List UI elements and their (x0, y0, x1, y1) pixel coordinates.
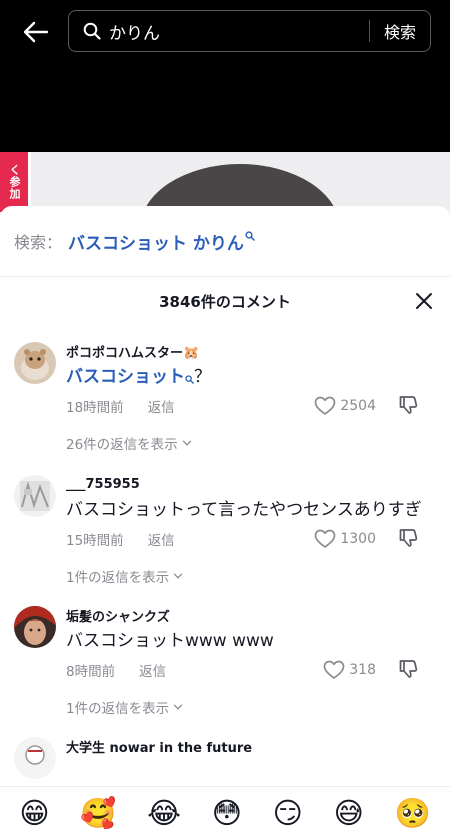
comment-username[interactable]: 垢髪のシャンクズ (66, 606, 434, 625)
comment-search-link[interactable]: バスコショット (66, 367, 185, 387)
view-replies-label: 1件の返信を表示 (66, 570, 170, 586)
comment-text: バスコショットwww www (66, 631, 274, 651)
comment-text: バスコショット ？ (66, 364, 434, 391)
comment-meta: 18時間前 返信 2504 (66, 393, 434, 419)
comments-sheet: 検索： バスコショット かりん 3846件のコメント ポコポコハムスター🐹 バス… (0, 206, 450, 840)
reply-button[interactable]: 返信 (148, 529, 175, 549)
search-box[interactable]: かりん 検索 (68, 10, 431, 52)
back-button[interactable] (20, 16, 52, 48)
comment-item: ポコポコハムスター🐹 バスコショット ？ 18時間前 返信 2504 26件の返信… (0, 342, 450, 453)
chevron-down-icon (173, 571, 183, 581)
comment-username[interactable]: ポコポコハムスター🐹 (66, 342, 434, 361)
search-submit-button[interactable]: 検索 (384, 19, 416, 43)
emoji-grin[interactable]: 😁 (19, 799, 49, 828)
comment-text-suffix: ？ (194, 367, 211, 387)
emoji-flushed[interactable]: 😳 (212, 799, 242, 828)
comment-meta: 8時間前 返信 318 (66, 657, 434, 683)
video-banner: く参加 (0, 152, 28, 212)
top-search-bar: かりん 検索 (0, 0, 450, 152)
avatar[interactable] (14, 342, 56, 384)
avatar[interactable] (14, 737, 56, 779)
comment-username[interactable]: ___755955 (66, 475, 434, 493)
emoji-hearts[interactable]: 🥰 (80, 799, 116, 828)
view-replies-button[interactable]: 1件の返信を表示 (66, 697, 434, 717)
close-icon[interactable] (414, 291, 434, 311)
related-search-link[interactable]: 検索： バスコショット かりん (0, 206, 450, 277)
comment-time: 18時間前 (66, 400, 124, 416)
view-replies-button[interactable]: 1件の返信を表示 (66, 566, 434, 586)
like-count: 1300 (340, 531, 376, 547)
emoji-sweat-smile[interactable]: 😅 (334, 799, 364, 828)
search-icon (185, 366, 194, 384)
dislike-icon[interactable] (398, 528, 418, 548)
reply-button[interactable]: 返信 (148, 396, 175, 416)
search-divider (368, 20, 370, 42)
comment-item: 垢髪のシャンクズ バスコショットwww www 8時間前 返信 318 1件の返… (0, 606, 450, 717)
comment-meta: 15時間前 返信 1300 (66, 526, 434, 552)
back-arrow-icon (23, 21, 49, 43)
emoji-joy[interactable]: 😂 (147, 799, 181, 828)
related-search-prefix: 検索： (14, 233, 63, 252)
heart-icon (323, 660, 345, 680)
heart-icon (314, 396, 336, 416)
like-button[interactable]: 1300 (314, 526, 376, 552)
heart-icon (314, 529, 336, 549)
like-button[interactable]: 318 (323, 657, 376, 683)
dislike-icon[interactable] (398, 395, 418, 415)
reply-button[interactable]: 返信 (139, 660, 166, 680)
comment-time: 15時間前 (66, 533, 124, 549)
dislike-icon[interactable] (398, 659, 418, 679)
search-icon (245, 231, 255, 241)
comment-time: 8時間前 (66, 664, 116, 680)
emoji-pleading[interactable]: 🥺 (395, 799, 431, 828)
related-search-term: バスコショット かりん (68, 233, 244, 254)
comments-header: 3846件のコメント (0, 277, 450, 325)
comment-username[interactable]: 大学生 nowar in the future (66, 737, 434, 756)
comment-item: ___755955 バスコショットって言ったやつセンスありすぎ 15時間前 返信… (0, 475, 450, 586)
banner-edge (28, 152, 31, 212)
like-count: 2504 (340, 398, 376, 414)
comments-count: 3846件のコメント (159, 292, 291, 311)
view-replies-label: 26件の返信を表示 (66, 437, 178, 453)
chevron-down-icon (182, 438, 192, 448)
emoji-smirk[interactable]: 😏 (273, 799, 303, 828)
comment-text: バスコショットって言ったやつセンスありすぎ (66, 500, 422, 520)
view-replies-label: 1件の返信を表示 (66, 701, 170, 717)
avatar[interactable] (14, 475, 56, 517)
search-input[interactable]: かりん (109, 19, 369, 44)
like-count: 318 (349, 662, 376, 678)
comment-item: 大学生 nowar in the future (0, 737, 450, 779)
avatar[interactable] (14, 606, 56, 648)
like-button[interactable]: 2504 (314, 393, 376, 419)
search-icon (83, 22, 101, 40)
view-replies-button[interactable]: 26件の返信を表示 (66, 433, 434, 453)
emoji-quick-bar: 😁 🥰 😂 😳 😏 😅 🥺 (0, 786, 450, 840)
chevron-down-icon (173, 702, 183, 712)
